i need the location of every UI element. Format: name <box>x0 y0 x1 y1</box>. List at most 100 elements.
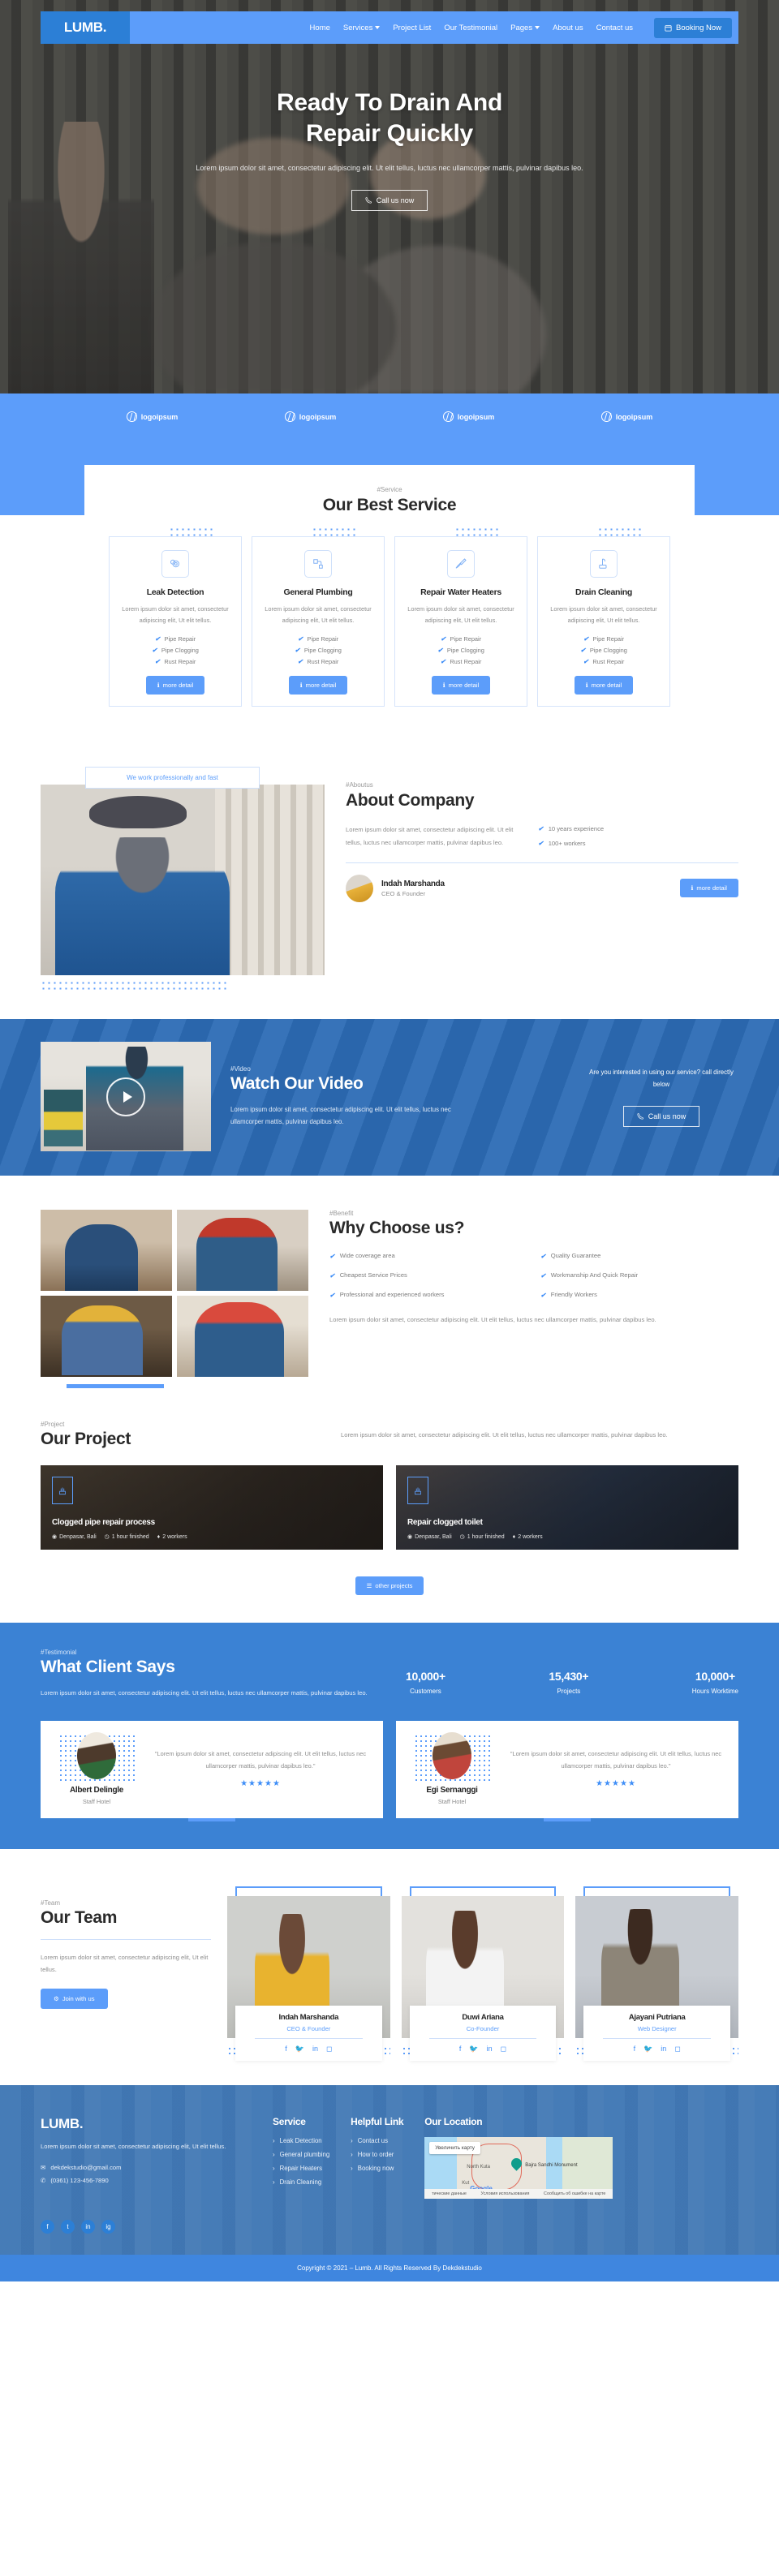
testimonial-name: Egi Sernanggi <box>426 1785 478 1795</box>
video-title: Watch Our Video <box>230 1073 364 1093</box>
nav-item-pages[interactable]: Pages <box>510 24 540 32</box>
footer-email[interactable]: ✉ dekdekstudio@gmail.com <box>41 2164 252 2171</box>
logoipsum-icon <box>126 411 137 422</box>
video-call-us-button[interactable]: Call us now <box>622 1105 700 1127</box>
instagram-icon[interactable]: ◻ <box>674 2045 680 2053</box>
footer-link[interactable]: › Repair Heaters <box>273 2165 329 2172</box>
service-more-detail-button[interactable]: ℹ more detail <box>431 676 491 695</box>
chevron-right-icon: › <box>273 2178 275 2186</box>
facebook-icon[interactable]: f <box>459 2045 462 2053</box>
project-meta-duration: ◷ 1 hour finished <box>460 1533 505 1541</box>
service-card[interactable]: Drain Cleaning Lorem ipsum dolor sit ame… <box>537 536 670 707</box>
footer-link[interactable]: › Drain Cleaning <box>273 2178 329 2186</box>
nav-item-about-us[interactable]: About us <box>553 24 583 32</box>
service-card[interactable]: Leak Detection Lorem ipsum dolor sit ame… <box>109 536 242 707</box>
about-more-detail-button[interactable]: ℹ more detail <box>679 879 738 898</box>
nav-item-project-list[interactable]: Project List <box>393 24 431 32</box>
footer-link[interactable]: › General plumbing <box>273 2151 329 2158</box>
twitter-icon[interactable]: 🐦 <box>469 2045 478 2053</box>
meta-label: Denpasar, Bali <box>415 1533 452 1540</box>
service-title: Our Best Service <box>322 496 457 514</box>
testimonial-card[interactable]: Egi Sernanggi Staff Hotel "Lorem ipsum d… <box>396 1720 738 1818</box>
nav-item-label: About us <box>553 23 583 32</box>
map-bar-item[interactable]: Сообщить об ошибке на карте <box>544 2191 605 2196</box>
twitter-icon[interactable]: 🐦 <box>295 2045 304 2053</box>
linkedin-icon[interactable]: in <box>312 2045 318 2053</box>
linkedin-icon[interactable]: in <box>661 2045 666 2053</box>
footer-link[interactable]: › Leak Detection <box>273 2137 329 2144</box>
facebook-icon[interactable]: f <box>634 2045 636 2053</box>
service-card[interactable]: Repair Water Heaters Lorem ipsum dolor s… <box>394 536 527 707</box>
info-icon: ℹ <box>691 884 694 892</box>
benefit-image <box>177 1296 308 1378</box>
phone-icon <box>365 197 372 204</box>
play-icon[interactable] <box>106 1077 145 1116</box>
nav-item-services[interactable]: Services <box>342 23 381 32</box>
logoipsum-icon <box>442 411 454 422</box>
benefit-list-right: ✔ Quality Guarantee ✔ Workmanship And Quic… <box>540 1251 738 1301</box>
location-map[interactable]: Увеличить карту North Kuta Bajra Sandhi … <box>424 2136 613 2199</box>
benefit-tag: #Benefit <box>329 1210 354 1218</box>
service-card[interactable]: General Plumbing Lorem ipsum dolor sit a… <box>252 536 385 707</box>
project-card[interactable]: Repair clogged toilet ◉ Denpasar, Bali ◷ 1… <box>396 1465 738 1550</box>
service-more-detail-button[interactable]: ℹ more detail <box>574 676 634 695</box>
brand-logo[interactable]: LUMB. <box>41 11 130 44</box>
partner-logo[interactable]: logoipsum <box>284 411 336 422</box>
footer-social-links: f t in ig <box>41 2219 738 2234</box>
other-projects-button[interactable]: ☰ other projects <box>355 1576 424 1596</box>
video-thumbnail[interactable] <box>41 1042 211 1152</box>
team-member-card[interactable]: Indah Marshanda CEO & Founder f 🐦 in ◻ <box>227 1886 390 2061</box>
footer-helpful-column: Helpful Link › Contact us › How to order ›… <box>351 2116 403 2199</box>
button-label: more detail <box>448 682 480 690</box>
partner-logo[interactable]: logoipsum <box>600 411 652 422</box>
service-more-detail-button[interactable]: ℹ more detail <box>145 676 205 695</box>
meta-label: 1 hour finished <box>111 1533 149 1540</box>
footer-link[interactable]: › How to order <box>351 2151 403 2158</box>
linkedin-icon[interactable]: in <box>487 2045 493 2053</box>
partner-logo[interactable]: logoipsum <box>126 411 178 422</box>
nav-item-label: Services <box>342 23 373 32</box>
nav-item-home[interactable]: Home <box>310 24 330 32</box>
facebook-icon[interactable]: f <box>285 2045 287 2053</box>
linkedin-icon[interactable]: in <box>81 2219 95 2234</box>
nav-item-our-testimonial[interactable]: Our Testimonial <box>444 24 497 32</box>
service-more-detail-button[interactable]: ℹ more detail <box>288 676 348 695</box>
team-paragraph: Lorem ipsum dolor sit amet, consectetur … <box>41 1953 209 1973</box>
hero-call-us-button[interactable]: Call us now <box>351 189 428 211</box>
footer-link[interactable]: › Booking now <box>351 2165 403 2172</box>
instagram-icon[interactable]: ◻ <box>501 2045 506 2053</box>
nav-item-contact-us[interactable]: Contact us <box>596 24 633 32</box>
project-card-title: Repair clogged toilet <box>407 1518 483 1528</box>
leak-detection-icon <box>161 550 189 578</box>
check-icon: ✔ <box>540 1291 546 1299</box>
service-card-features: ✔ Pipe Repair ✔ Pipe Clogging ✔ Rust Repair <box>262 635 374 665</box>
twitter-icon[interactable]: t <box>61 2219 75 2234</box>
footer-link[interactable]: › Contact us <box>351 2137 403 2144</box>
group-icon: ⚙ <box>54 1994 59 2002</box>
team-member-card[interactable]: Duwi Ariana Co-Founder f 🐦 in ◻ <box>401 1886 565 2061</box>
stat-projects: 15,430+ Projects <box>549 1670 588 1695</box>
stat-value: 15,430+ <box>549 1670 589 1684</box>
partner-logo[interactable]: logoipsum <box>442 411 494 422</box>
nav-item-label: Home <box>309 23 330 32</box>
instagram-icon[interactable]: ◻ <box>326 2045 332 2053</box>
check-icon: ✔ <box>297 658 303 666</box>
chevron-down-icon <box>535 26 540 29</box>
booking-now-button[interactable]: Booking Now <box>654 17 732 38</box>
map-zoom-button[interactable]: Увеличить карту <box>429 2141 480 2154</box>
divider <box>346 862 738 863</box>
service-card-desc: Lorem ipsum dolor sit amet, consectetur … <box>122 605 229 624</box>
instagram-icon[interactable]: ig <box>101 2219 115 2234</box>
map-bar-item[interactable]: Условия использования <box>481 2191 530 2196</box>
facebook-icon[interactable]: f <box>41 2219 54 2234</box>
twitter-icon[interactable]: 🐦 <box>643 2045 652 2053</box>
hero-call-us-label: Call us now <box>376 196 415 204</box>
logoipsum-icon <box>284 411 295 422</box>
pipe-icon <box>304 550 332 578</box>
footer-phone[interactable]: ✆ (0361) 123-456-7890 <box>41 2177 252 2184</box>
testimonial-card[interactable]: Albert Delingle Staff Hotel "Lorem ipsum… <box>41 1720 383 1818</box>
project-card[interactable]: Clogged pipe repair process ◉ Denpasar, B… <box>41 1465 383 1550</box>
team-member-name: Indah Marshanda <box>278 2012 339 2022</box>
team-member-card[interactable]: Ajayani Putriana Web Designer f 🐦 in ◻ <box>575 1886 739 2061</box>
join-with-us-button[interactable]: ⚙ Join with us <box>41 1988 108 2009</box>
